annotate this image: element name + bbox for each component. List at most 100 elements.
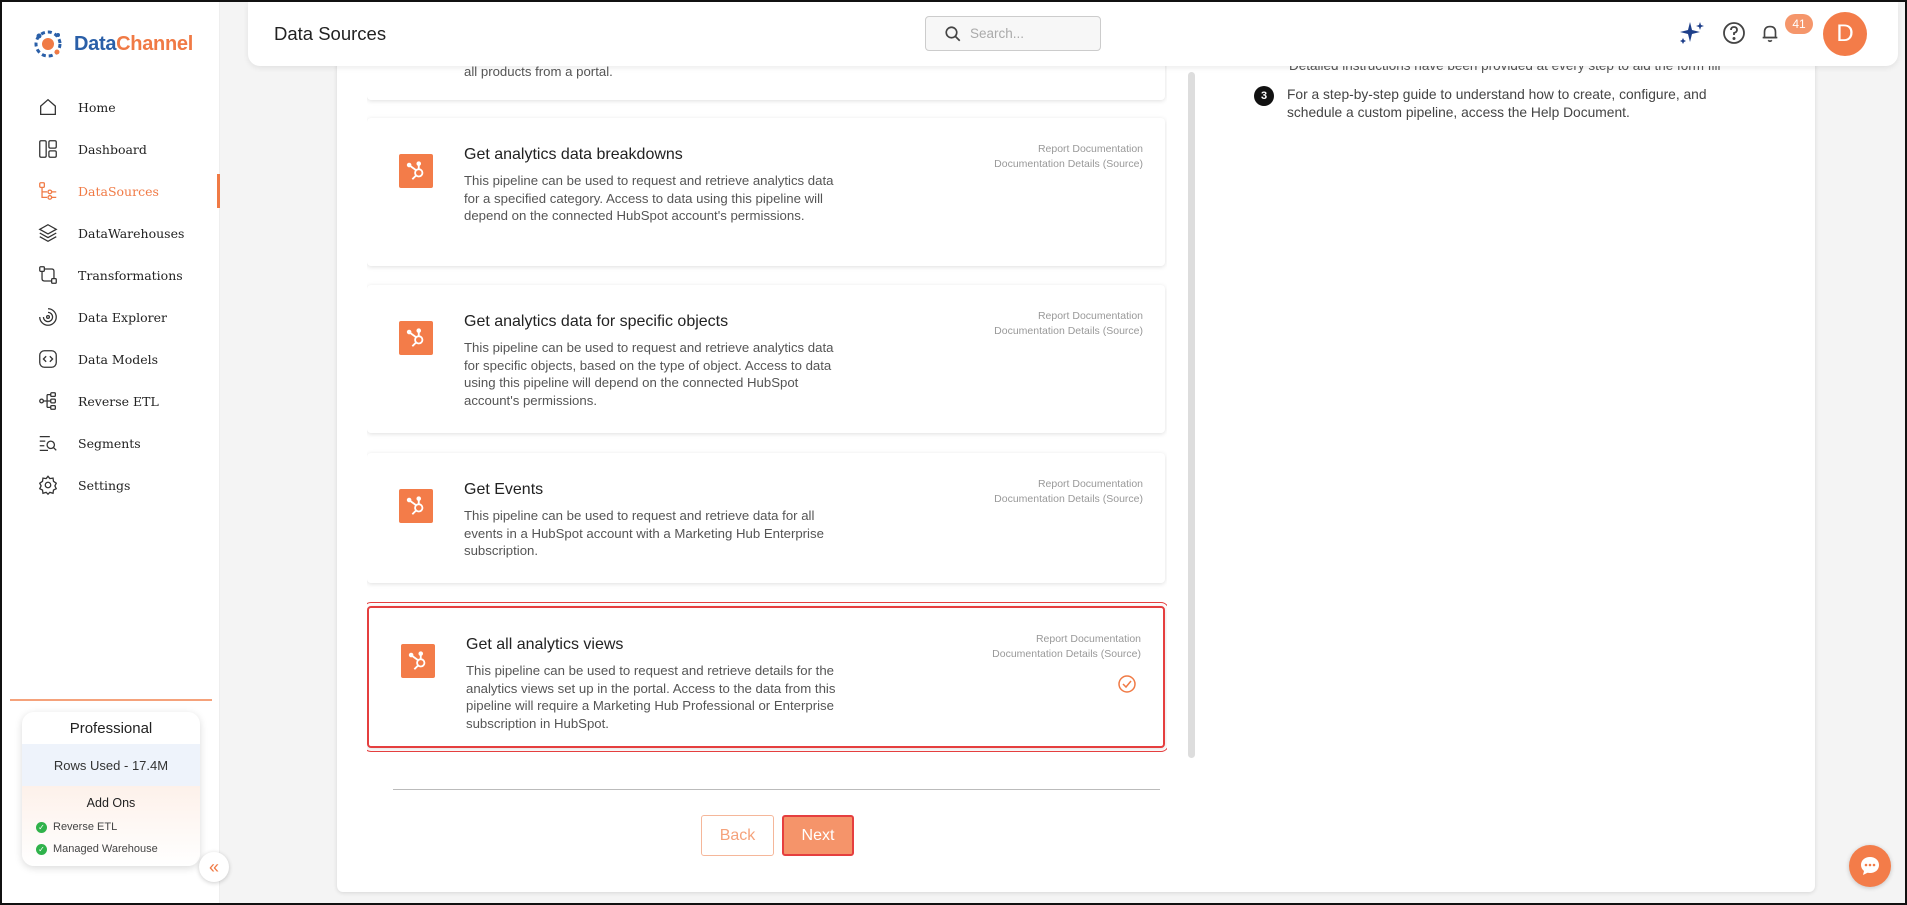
hubspot-icon xyxy=(399,489,433,523)
pipeline-description: This pipeline can be used to request and… xyxy=(464,173,834,223)
datasources-icon xyxy=(36,179,60,203)
hubspot-icon xyxy=(399,321,433,355)
pipeline-description: This pipeline can be used to request and… xyxy=(466,663,836,731)
notification-count-badge: 41 xyxy=(1785,14,1813,34)
reverse-etl-icon xyxy=(36,389,60,413)
chat-bubble-icon xyxy=(1861,857,1879,875)
addon-label: Managed Warehouse xyxy=(53,843,158,855)
instruction-item: 3 For a step-by-step guide to understand… xyxy=(1254,86,1747,122)
sidebar-item-home[interactable]: Home xyxy=(2,86,220,128)
sidebar-item-datawarehouses[interactable]: DataWarehouses xyxy=(2,212,220,254)
sidebar-item-label: Data Models xyxy=(78,351,159,367)
selected-check-icon xyxy=(1118,675,1136,693)
pipeline-list[interactable]: all products from a portal. Get analytic… xyxy=(367,40,1167,752)
help-circle-icon xyxy=(1723,22,1745,44)
sidebar-item-label: Dashboard xyxy=(78,141,147,157)
sidebar: DataChannel Home Dashboard DataSources D… xyxy=(2,2,220,903)
pipeline-title: Get Events xyxy=(464,481,544,498)
addons-title: Add Ons xyxy=(86,796,136,810)
plan-name: Professional xyxy=(69,719,153,737)
sidebar-item-label: Transformations xyxy=(78,267,183,283)
transformations-icon xyxy=(36,263,60,287)
top-header: Data Sources 41 D xyxy=(248,2,1898,66)
sidebar-item-segments[interactable]: Segments xyxy=(2,422,220,464)
documentation-details-link[interactable]: Documentation Details (Source) xyxy=(994,324,1143,339)
sidebar-item-label: Data Explorer xyxy=(78,309,167,325)
sidebar-item-data-models[interactable]: Data Models xyxy=(2,338,220,380)
report-documentation-link[interactable]: Report Documentation xyxy=(992,632,1141,647)
sparkle-icon xyxy=(1680,22,1704,44)
pipeline-links: Report Documentation Documentation Detai… xyxy=(994,309,1143,339)
sidebar-item-reverse-etl[interactable]: Reverse ETL xyxy=(2,380,220,422)
double-chevron-left-icon: « xyxy=(208,856,219,877)
data-models-icon xyxy=(36,347,60,371)
hubspot-icon xyxy=(401,644,435,678)
collapse-sidebar-button[interactable]: « xyxy=(199,852,229,882)
plan-card: Professional Rows Used - 17.4M Add Ons ✓… xyxy=(22,712,200,866)
documentation-details-link[interactable]: Documentation Details (Source) xyxy=(992,647,1141,662)
pipeline-links: Report Documentation Documentation Detai… xyxy=(992,632,1141,662)
pipeline-title: Get analytics data for specific objects xyxy=(464,313,729,330)
addon-item: ✓ Managed Warehouse xyxy=(22,838,200,860)
segments-icon xyxy=(36,431,60,455)
report-documentation-link[interactable]: Report Documentation xyxy=(994,477,1143,492)
documentation-details-link[interactable]: Documentation Details (Source) xyxy=(994,492,1143,507)
search-box[interactable] xyxy=(925,16,1101,51)
search-icon xyxy=(945,25,961,41)
app-logo-text: DataChannel xyxy=(74,32,193,55)
report-documentation-link[interactable]: Report Documentation xyxy=(994,142,1143,157)
ai-sparkle-button[interactable] xyxy=(1676,18,1706,48)
hubspot-icon xyxy=(399,154,433,188)
bell-icon xyxy=(1762,25,1778,43)
instruction-number: 3 xyxy=(1254,86,1274,106)
pipeline-card-analytics-breakdowns[interactable]: Get analytics data breakdowns This pipel… xyxy=(367,118,1165,266)
report-documentation-link[interactable]: Report Documentation xyxy=(994,309,1143,324)
pipeline-card-analytics-specific-objects[interactable]: Get analytics data for specific objects … xyxy=(367,285,1165,433)
sidebar-item-transformations[interactable]: Transformations xyxy=(2,254,220,296)
pipeline-description: This pipeline can be used to request and… xyxy=(464,340,834,408)
user-avatar[interactable]: D xyxy=(1823,12,1867,56)
check-circle-icon: ✓ xyxy=(36,821,47,833)
sidebar-item-label: DataWarehouses xyxy=(78,225,185,241)
chat-button[interactable] xyxy=(1849,845,1891,887)
pipeline-links: Report Documentation Documentation Detai… xyxy=(994,477,1143,507)
pipeline-list-scrollbar[interactable] xyxy=(1188,72,1195,758)
data-explorer-icon xyxy=(36,305,60,329)
sidebar-item-settings[interactable]: Settings xyxy=(2,464,220,506)
addons-section: Add Ons ✓ Reverse ETL ✓ Managed Warehous… xyxy=(22,786,200,866)
pipeline-title: Get analytics data breakdowns xyxy=(464,146,683,163)
datachannel-logo-icon xyxy=(34,30,62,58)
home-icon xyxy=(36,95,60,119)
pipeline-title: Get all analytics views xyxy=(466,636,624,653)
sidebar-item-data-explorer[interactable]: Data Explorer xyxy=(2,296,220,338)
sidebar-item-label: Home xyxy=(78,99,116,115)
addon-label: Reverse ETL xyxy=(53,821,118,833)
pipeline-description: This pipeline can be used to request and… xyxy=(464,508,824,558)
sidebar-item-datasources[interactable]: DataSources xyxy=(2,170,220,212)
search-input[interactable] xyxy=(970,26,1090,41)
documentation-details-link[interactable]: Documentation Details (Source) xyxy=(994,157,1143,172)
app-logo[interactable]: DataChannel xyxy=(30,26,193,62)
page-title: Data Sources xyxy=(274,23,387,44)
instruction-text: For a step-by-step guide to understand h… xyxy=(1287,87,1707,120)
datawarehouses-icon xyxy=(36,221,60,245)
pipeline-card-events[interactable]: Get Events This pipeline can be used to … xyxy=(367,453,1165,583)
rows-used: Rows Used - 17.4M xyxy=(22,744,200,786)
dashboard-icon xyxy=(36,137,60,161)
sidebar-item-label: Reverse ETL xyxy=(78,393,159,409)
help-button[interactable] xyxy=(1719,18,1749,48)
addon-item: ✓ Reverse ETL xyxy=(22,816,200,838)
form-divider xyxy=(393,789,1160,790)
sidebar-nav: Home Dashboard DataSources DataWarehouse… xyxy=(2,86,220,506)
pipeline-card-all-analytics-views[interactable]: Get all analytics views This pipeline ca… xyxy=(367,602,1167,752)
sidebar-item-label: DataSources xyxy=(78,183,159,199)
next-button[interactable]: Next xyxy=(782,815,854,856)
pipeline-links: Report Documentation Documentation Detai… xyxy=(994,142,1143,172)
sidebar-item-dashboard[interactable]: Dashboard xyxy=(2,128,220,170)
sidebar-divider xyxy=(10,699,212,701)
sidebar-item-label: Segments xyxy=(78,435,141,451)
sidebar-item-label: Settings xyxy=(78,477,131,493)
notifications-button[interactable] xyxy=(1755,18,1785,48)
check-circle-icon: ✓ xyxy=(36,843,47,855)
back-button[interactable]: Back xyxy=(701,815,774,856)
